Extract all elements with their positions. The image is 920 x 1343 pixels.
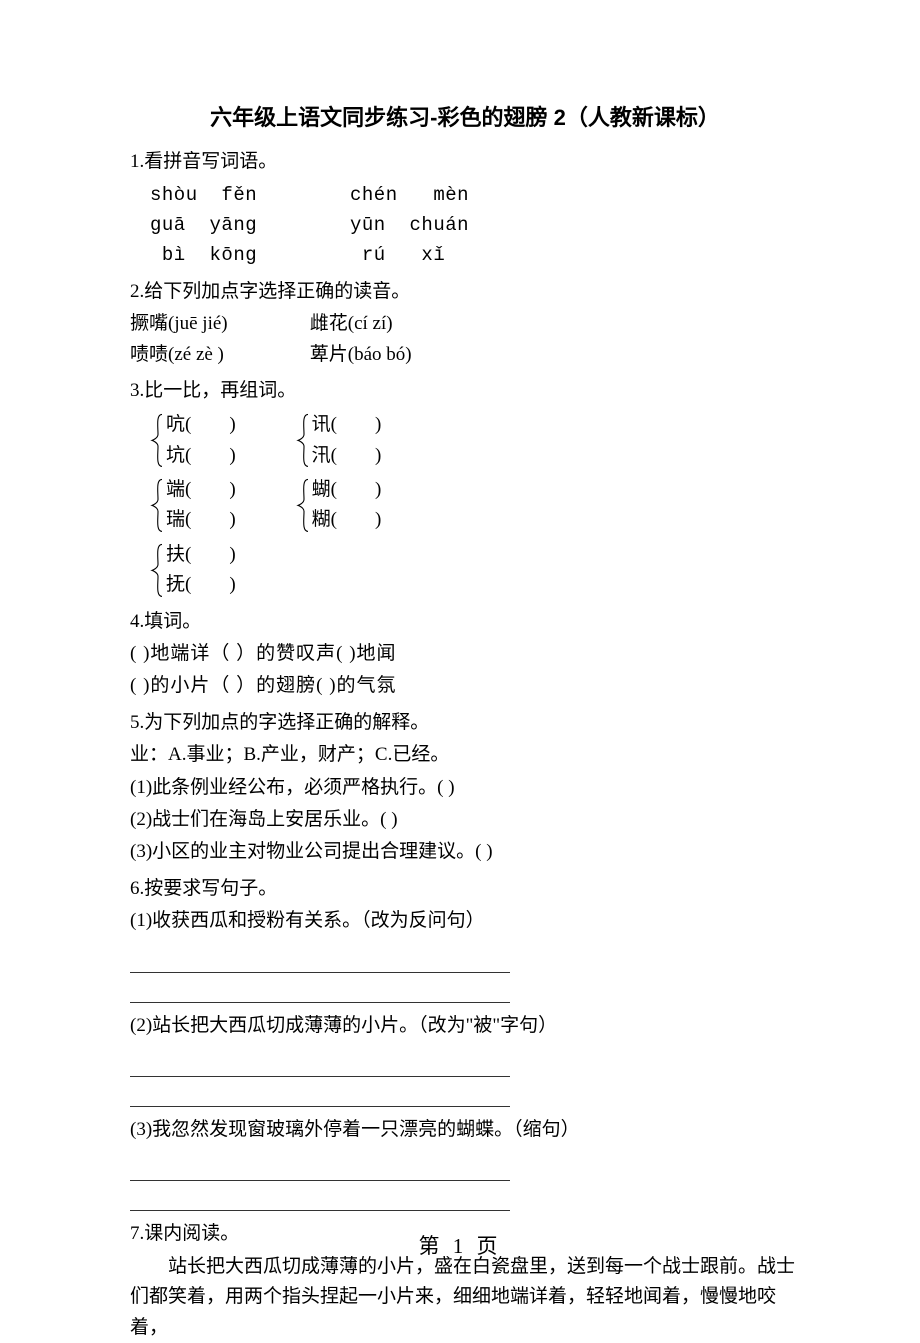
pinyin-row: guā yāng yūn chuán bbox=[150, 210, 800, 240]
answer-blank bbox=[130, 951, 510, 973]
brace-item: 瑞( ) bbox=[166, 505, 236, 535]
q4-head: 4.填词。 bbox=[130, 607, 800, 637]
question-3: 3.比一比，再组词。 吭( ) 坑( ) 讯( ) 汛( ) 端( bbox=[130, 376, 800, 601]
brace-row: 端( ) 瑞( ) 蝴( ) 糊( ) bbox=[150, 475, 800, 536]
answer-blank bbox=[130, 1189, 510, 1211]
brace-icon bbox=[296, 475, 310, 536]
answer-blank bbox=[130, 1055, 510, 1077]
pinyin-cell: guā yāng bbox=[150, 210, 350, 240]
brace-icon bbox=[150, 475, 164, 536]
brace-pair: 蝴( ) 糊( ) bbox=[296, 475, 382, 536]
answer-blank bbox=[130, 1159, 510, 1181]
q4-line: ( )地端详（ ）的赞叹声( )地闻 bbox=[130, 639, 800, 669]
q2-head: 2.给下列加点字选择正确的读音。 bbox=[130, 277, 800, 307]
page-title: 六年级上语文同步练习-彩色的翅膀 2（人教新课标） bbox=[130, 100, 800, 135]
question-1: 1.看拼音写词语。 shòu fěn chén mèn guā yāng yūn… bbox=[130, 147, 800, 271]
pinyin-cell: shòu fěn bbox=[150, 180, 350, 210]
q2-line: 撅嘴(juē jié) 雌花(cí zí) bbox=[130, 309, 800, 339]
answer-blank bbox=[130, 1085, 510, 1107]
brace-item: 讯( ) bbox=[312, 410, 382, 440]
q5-head: 5.为下列加点的字选择正确的解释。 bbox=[130, 708, 800, 738]
question-2: 2.给下列加点字选择正确的读音。 撅嘴(juē jié) 雌花(cí zí) 啧… bbox=[130, 277, 800, 370]
q4-line: ( )的小片（ ）的翅膀( )的气氛 bbox=[130, 671, 800, 701]
q7-passage: 站长把大西瓜切成薄薄的小片，盛在白瓷盘里，送到每一个战士跟前。战士们都笑着，用两… bbox=[130, 1252, 800, 1343]
brace-pair: 端( ) 瑞( ) bbox=[150, 475, 236, 536]
brace-item: 吭( ) bbox=[166, 410, 236, 440]
question-4: 4.填词。 ( )地端详（ ）的赞叹声( )地闻 ( )的小片（ ）的翅膀( )… bbox=[130, 607, 800, 702]
brace-item: 扶( ) bbox=[166, 540, 236, 570]
q5-item: (1)此条例业经公布，必须严格执行。( ) bbox=[130, 773, 800, 803]
q2-item: 撅嘴(juē jié) bbox=[130, 309, 305, 339]
pinyin-row: shòu fěn chén mèn bbox=[150, 180, 800, 210]
page-footer: 第 1 页 bbox=[0, 1230, 920, 1264]
brace-item: 蝴( ) bbox=[312, 475, 382, 505]
brace-pair: 讯( ) 汛( ) bbox=[296, 410, 382, 471]
pinyin-cell: chén mèn bbox=[350, 180, 469, 210]
answer-blank bbox=[130, 981, 510, 1003]
q2-item: 萆片(báo bó) bbox=[310, 344, 412, 365]
q2-item: 雌花(cí zí) bbox=[310, 313, 393, 334]
pinyin-cell: bì kōng bbox=[150, 240, 350, 270]
q3-head: 3.比一比，再组词。 bbox=[130, 376, 800, 406]
q1-head: 1.看拼音写词语。 bbox=[130, 147, 800, 177]
q5-definition: 业：A.事业；B.产业，财产；C.已经。 bbox=[130, 740, 800, 770]
pinyin-cell: yūn chuán bbox=[350, 210, 469, 240]
brace-icon bbox=[150, 410, 164, 471]
brace-row: 吭( ) 坑( ) 讯( ) 汛( ) bbox=[150, 410, 800, 471]
brace-item: 坑( ) bbox=[166, 441, 236, 471]
q5-item: (3)小区的业主对物业公司提出合理建议。( ) bbox=[130, 837, 800, 867]
q6-item: (3)我忽然发现窗玻璃外停着一只漂亮的蝴蝶。（缩句） bbox=[130, 1115, 800, 1145]
brace-item: 端( ) bbox=[166, 475, 236, 505]
brace-icon bbox=[296, 410, 310, 471]
brace-pair: 扶( ) 抚( ) bbox=[150, 540, 236, 601]
question-6: 6.按要求写句子。 (1)收获西瓜和授粉有关系。（改为反问句） (2)站长把大西… bbox=[130, 874, 800, 1212]
pinyin-row: bì kōng rú xǐ bbox=[150, 240, 800, 270]
q6-head: 6.按要求写句子。 bbox=[130, 874, 800, 904]
brace-pair: 吭( ) 坑( ) bbox=[150, 410, 236, 471]
pinyin-cell: rú xǐ bbox=[350, 240, 445, 270]
brace-icon bbox=[150, 540, 164, 601]
q2-item: 啧啧(zé zè ) bbox=[130, 340, 305, 370]
q6-item: (2)站长把大西瓜切成薄薄的小片。（改为"被"字句） bbox=[130, 1011, 800, 1041]
brace-item: 汛( ) bbox=[312, 441, 382, 471]
brace-row: 扶( ) 抚( ) bbox=[150, 540, 800, 601]
brace-item: 糊( ) bbox=[312, 505, 382, 535]
question-5: 5.为下列加点的字选择正确的解释。 业：A.事业；B.产业，财产；C.已经。 (… bbox=[130, 708, 800, 868]
q5-item: (2)战士们在海岛上安居乐业。( ) bbox=[130, 805, 800, 835]
brace-item: 抚( ) bbox=[166, 570, 236, 600]
q2-line: 啧啧(zé zè ) 萆片(báo bó) bbox=[130, 340, 800, 370]
q6-item: (1)收获西瓜和授粉有关系。（改为反问句） bbox=[130, 906, 800, 936]
